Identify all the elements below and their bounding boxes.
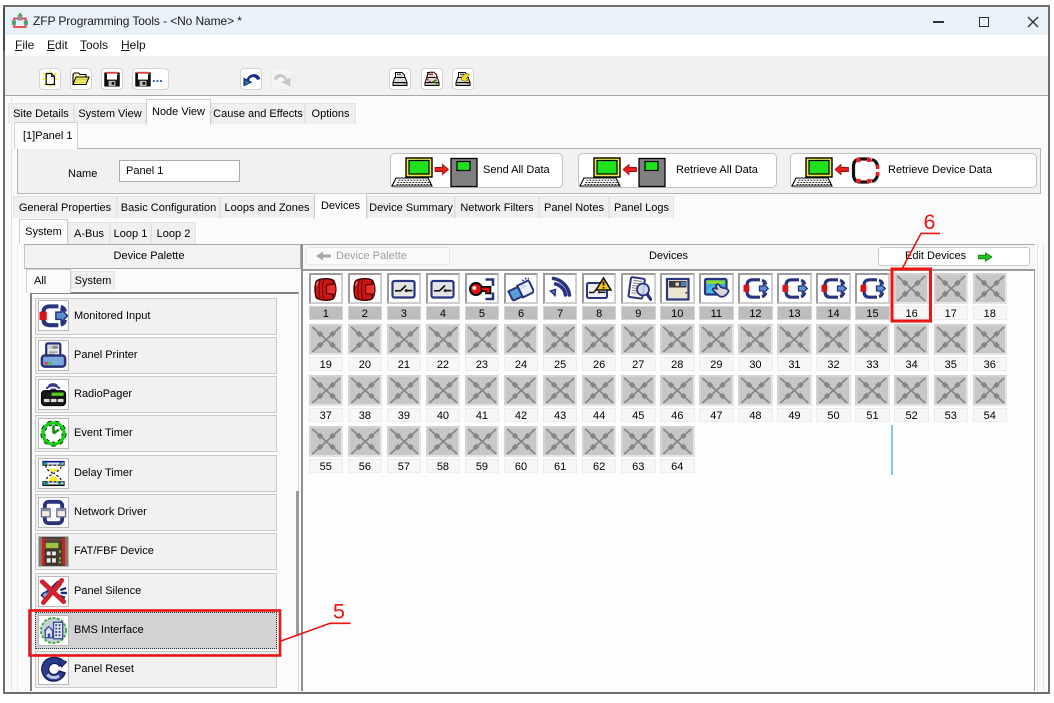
svg-text:6: 6 [924,210,936,234]
svg-text:5: 5 [333,600,345,624]
